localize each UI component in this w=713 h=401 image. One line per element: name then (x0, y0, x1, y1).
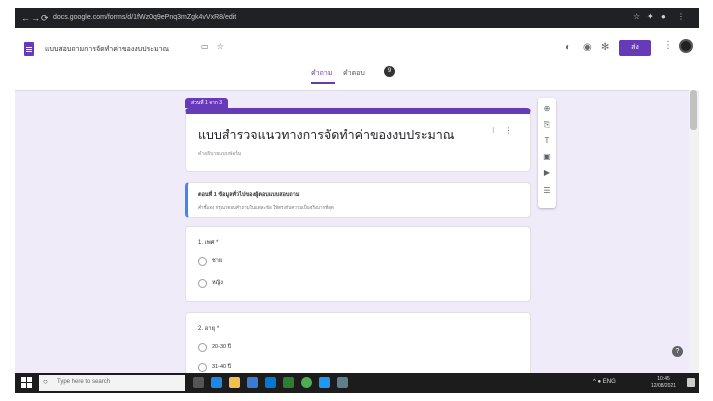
option-label: ชาย (212, 258, 223, 264)
form-description[interactable]: คำอธิบายแบบฟอร์ม (198, 150, 241, 158)
form-name[interactable]: แบบสอบถามการจัดทำค่าของงบประมาณ (45, 44, 169, 55)
extension-icon[interactable]: ✦ (647, 12, 654, 21)
question-label[interactable]: 1. เพศ * (198, 237, 219, 247)
back-icon[interactable]: ← (21, 11, 30, 25)
app-header: แบบสอบถามการจัดทำค่าของงบประมาณ ▭ ☆ ◐ ◉ … (15, 28, 699, 91)
title-card[interactable]: แบบสำรวจแนวทางการจัดทำค่าของงบประมาณ คำอ… (185, 108, 531, 172)
settings-gear-icon[interactable]: ✻ (601, 42, 609, 53)
preview-eye-icon[interactable]: ◉ (583, 42, 592, 53)
notification-icon[interactable] (687, 378, 695, 387)
form-title[interactable]: แบบสำรวจแนวทางการจัดทำค่าของงบประมาณ (198, 125, 454, 145)
avatar[interactable] (679, 39, 693, 53)
reload-icon[interactable]: ⟳ (41, 11, 49, 25)
scrollbar-thumb[interactable] (690, 90, 697, 130)
more-options-icon[interactable]: ⋮ (663, 40, 673, 51)
search-icon: ○ (43, 377, 48, 386)
add-section-icon[interactable]: ☰ (542, 186, 552, 196)
file-explorer-icon[interactable] (229, 377, 240, 388)
star-outline-icon[interactable]: ☆ (217, 42, 224, 51)
send-button[interactable]: ส่ง (619, 40, 651, 56)
forms-app: แบบสอบถามการจัดทำค่าของงบประมาณ ▭ ☆ ◐ ◉ … (15, 28, 699, 382)
tab-responses[interactable]: คำตอบ (343, 68, 365, 79)
forms-logo-icon[interactable] (24, 42, 34, 56)
scrollbar[interactable] (689, 90, 699, 373)
store-icon[interactable] (247, 377, 258, 388)
clock-time: 10:45 (657, 376, 670, 382)
add-question-icon[interactable]: ⊕ (542, 104, 552, 114)
word-icon[interactable] (319, 377, 330, 388)
radio-button[interactable] (198, 343, 207, 352)
app-icon[interactable] (337, 377, 348, 388)
question-card[interactable]: 2. อายุ * 20-30 ปี 31-40 ปี (185, 312, 531, 382)
screen: ← → ⟳ docs.google.com/forms/d/1fWz0q9ePn… (15, 8, 699, 393)
clock-date: 12/08/2021 (651, 383, 677, 389)
edge-icon[interactable] (211, 377, 222, 388)
windows-start-icon[interactable] (21, 377, 33, 389)
profile-icon[interactable]: ● (661, 12, 666, 21)
responses-count-badge: 9 (384, 66, 395, 77)
forward-icon[interactable]: → (31, 11, 40, 25)
question-card[interactable]: 1. เพศ * ชาย หญิง (185, 226, 531, 302)
help-icon[interactable]: ? (672, 346, 683, 357)
address-bar[interactable]: docs.google.com/forms/d/1fWz0q9ePnq3mZgk… (53, 12, 353, 24)
task-view-icon[interactable] (193, 377, 204, 388)
option-label: 31-40 ปี (212, 364, 232, 370)
palette-icon[interactable]: ◐ (565, 42, 571, 53)
clock[interactable]: 10:45 12/08/2021 (651, 376, 676, 390)
question-label[interactable]: 2. อายุ * (198, 323, 219, 333)
taskbar-search[interactable]: ○ Type here to search (39, 375, 185, 391)
section-card[interactable]: ตอนที่ 1 ข้อมูลทั่วไปของผู้ตอบแบบสอบถาม … (185, 182, 531, 218)
import-questions-icon[interactable]: ⎘ (542, 120, 552, 130)
excel-icon[interactable] (283, 377, 294, 388)
radio-button[interactable] (198, 257, 207, 266)
taskbar-search-placeholder: Type here to search (57, 379, 111, 385)
system-tray[interactable]: ^ ● ENG (593, 379, 616, 385)
section-title[interactable]: ตอนที่ 1 ข้อมูลทั่วไปของผู้ตอบแบบสอบถาม (198, 191, 299, 199)
folder-icon[interactable]: ▭ (201, 42, 209, 51)
browser-toolbar: ← → ⟳ docs.google.com/forms/d/1fWz0q9ePn… (15, 8, 699, 28)
header-title-actions: ▭ ☆ (201, 42, 224, 51)
mail-icon[interactable] (265, 377, 276, 388)
active-tab-indicator (311, 82, 335, 84)
option-label: 20-30 ปี (212, 344, 232, 350)
section-description[interactable]: คำชี้แจง กรุณาตอบคำถามในแต่ละข้อ ให้ตรงก… (198, 204, 334, 211)
section-tag: ส่วนที่ 1 จาก 3 (185, 98, 229, 108)
chrome-icon[interactable] (301, 377, 312, 388)
section-options-icon[interactable]: ⁝⋮ (492, 126, 523, 135)
option-label: หญิง (212, 280, 223, 286)
taskbar: ○ Type here to search ^ ● ENG 10:45 12/0… (15, 373, 699, 393)
floating-toolbar: ⊕ ⎘ T ▣ ▶ ☰ (538, 98, 556, 208)
star-icon[interactable]: ☆ (633, 12, 640, 21)
add-video-icon[interactable]: ▶ (542, 168, 552, 178)
add-image-icon[interactable]: ▣ (542, 152, 552, 162)
add-title-icon[interactable]: T (542, 136, 552, 146)
tab-questions[interactable]: คำถาม (311, 68, 332, 79)
menu-icon[interactable]: ⋮ (677, 12, 685, 21)
radio-button[interactable] (198, 363, 207, 372)
radio-button[interactable] (198, 279, 207, 288)
